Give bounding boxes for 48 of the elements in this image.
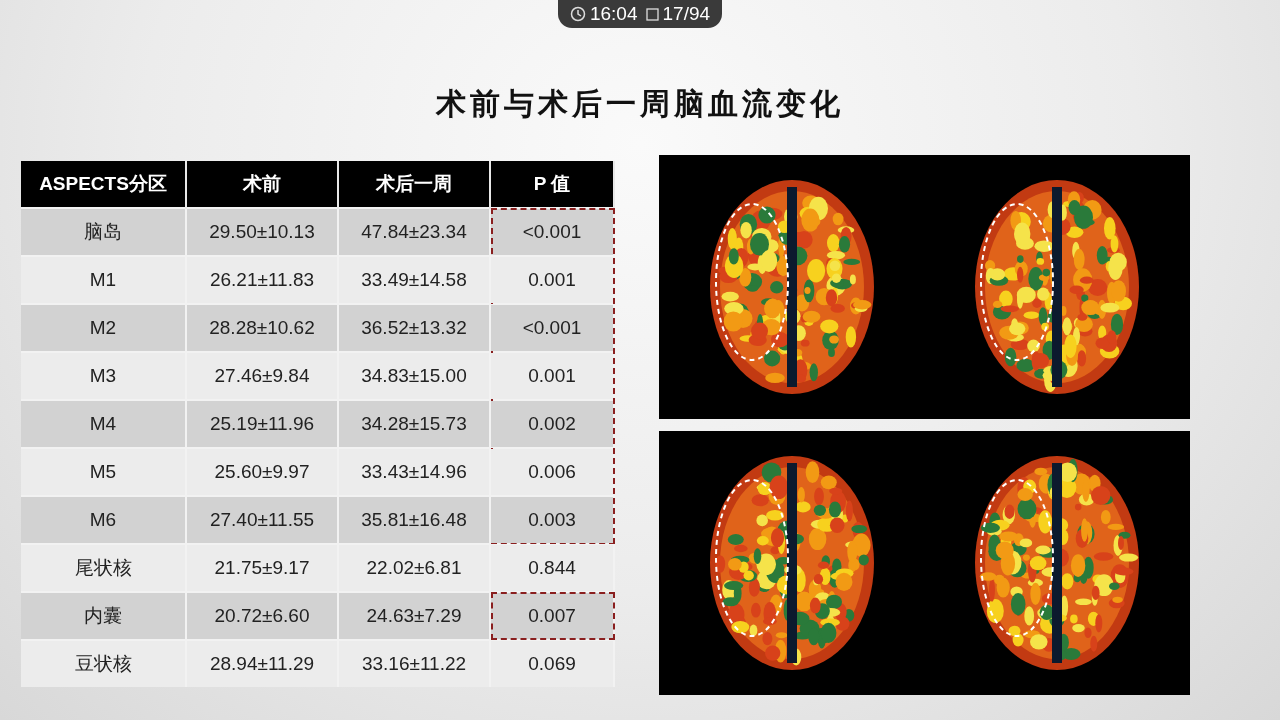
p-value-cell: 0.001 bbox=[490, 256, 614, 304]
table-cell: 27.46±9.84 bbox=[186, 352, 338, 400]
p-value-cell: 0.003 bbox=[490, 496, 614, 544]
table-cell: 24.63±7.29 bbox=[338, 592, 490, 640]
table-cell: 47.84±23.34 bbox=[338, 208, 490, 256]
table-cell: 36.52±13.32 bbox=[338, 304, 490, 352]
table-cell: 26.21±11.83 bbox=[186, 256, 338, 304]
table-cell: 33.16±11.22 bbox=[338, 640, 490, 687]
table-cell: 27.40±11.55 bbox=[186, 496, 338, 544]
column-header: P 值 bbox=[490, 161, 614, 208]
table-cell: M3 bbox=[21, 352, 186, 400]
p-value-cell: 0.844 bbox=[490, 544, 614, 592]
clock-icon bbox=[569, 6, 586, 22]
table-cell: 尾状核 bbox=[21, 544, 186, 592]
table-cell: 豆状核 bbox=[21, 640, 186, 687]
table-cell: 25.19±11.96 bbox=[186, 400, 338, 448]
p-value-cell: 0.001 bbox=[490, 352, 614, 400]
table-cell: 34.28±15.73 bbox=[338, 400, 490, 448]
page-icon bbox=[645, 7, 659, 21]
p-value-cell: 0.007 bbox=[490, 592, 614, 640]
table-cell: 22.02±6.81 bbox=[338, 544, 490, 592]
table-cell: 内囊 bbox=[21, 592, 186, 640]
table-cell: 29.50±10.13 bbox=[186, 208, 338, 256]
p-value-cell: 0.002 bbox=[490, 400, 614, 448]
table-cell: 28.94±11.29 bbox=[186, 640, 338, 687]
table-cell: M6 bbox=[21, 496, 186, 544]
table-cell: 35.81±16.48 bbox=[338, 496, 490, 544]
table-cell: M5 bbox=[21, 448, 186, 496]
column-header: ASPECTS分区 bbox=[21, 161, 186, 208]
table-cell: 20.72±6.60 bbox=[186, 592, 338, 640]
table-cell: 21.75±9.17 bbox=[186, 544, 338, 592]
table-cell: 脑岛 bbox=[21, 208, 186, 256]
page-counter: 17/94 bbox=[662, 3, 711, 25]
table-cell: 25.60±9.97 bbox=[186, 448, 338, 496]
elapsed-time: 16:04 bbox=[589, 3, 638, 25]
table-cell: M2 bbox=[21, 304, 186, 352]
table-cell: M4 bbox=[21, 400, 186, 448]
table-cell: 33.49±14.58 bbox=[338, 256, 490, 304]
p-value-cell: 0.069 bbox=[490, 640, 614, 687]
column-header: 术前 bbox=[186, 161, 338, 208]
slide-title: 术前与术后一周脑血流变化 bbox=[435, 85, 845, 123]
table-cell: 34.83±15.00 bbox=[338, 352, 490, 400]
table-cell: 28.28±10.62 bbox=[186, 304, 338, 352]
p-value-cell: <0.001 bbox=[490, 304, 614, 352]
column-header: 术后一周 bbox=[338, 161, 490, 208]
p-value-cell: 0.006 bbox=[490, 448, 614, 496]
table-cell: M1 bbox=[21, 256, 186, 304]
table-cell: 33.43±14.96 bbox=[338, 448, 490, 496]
